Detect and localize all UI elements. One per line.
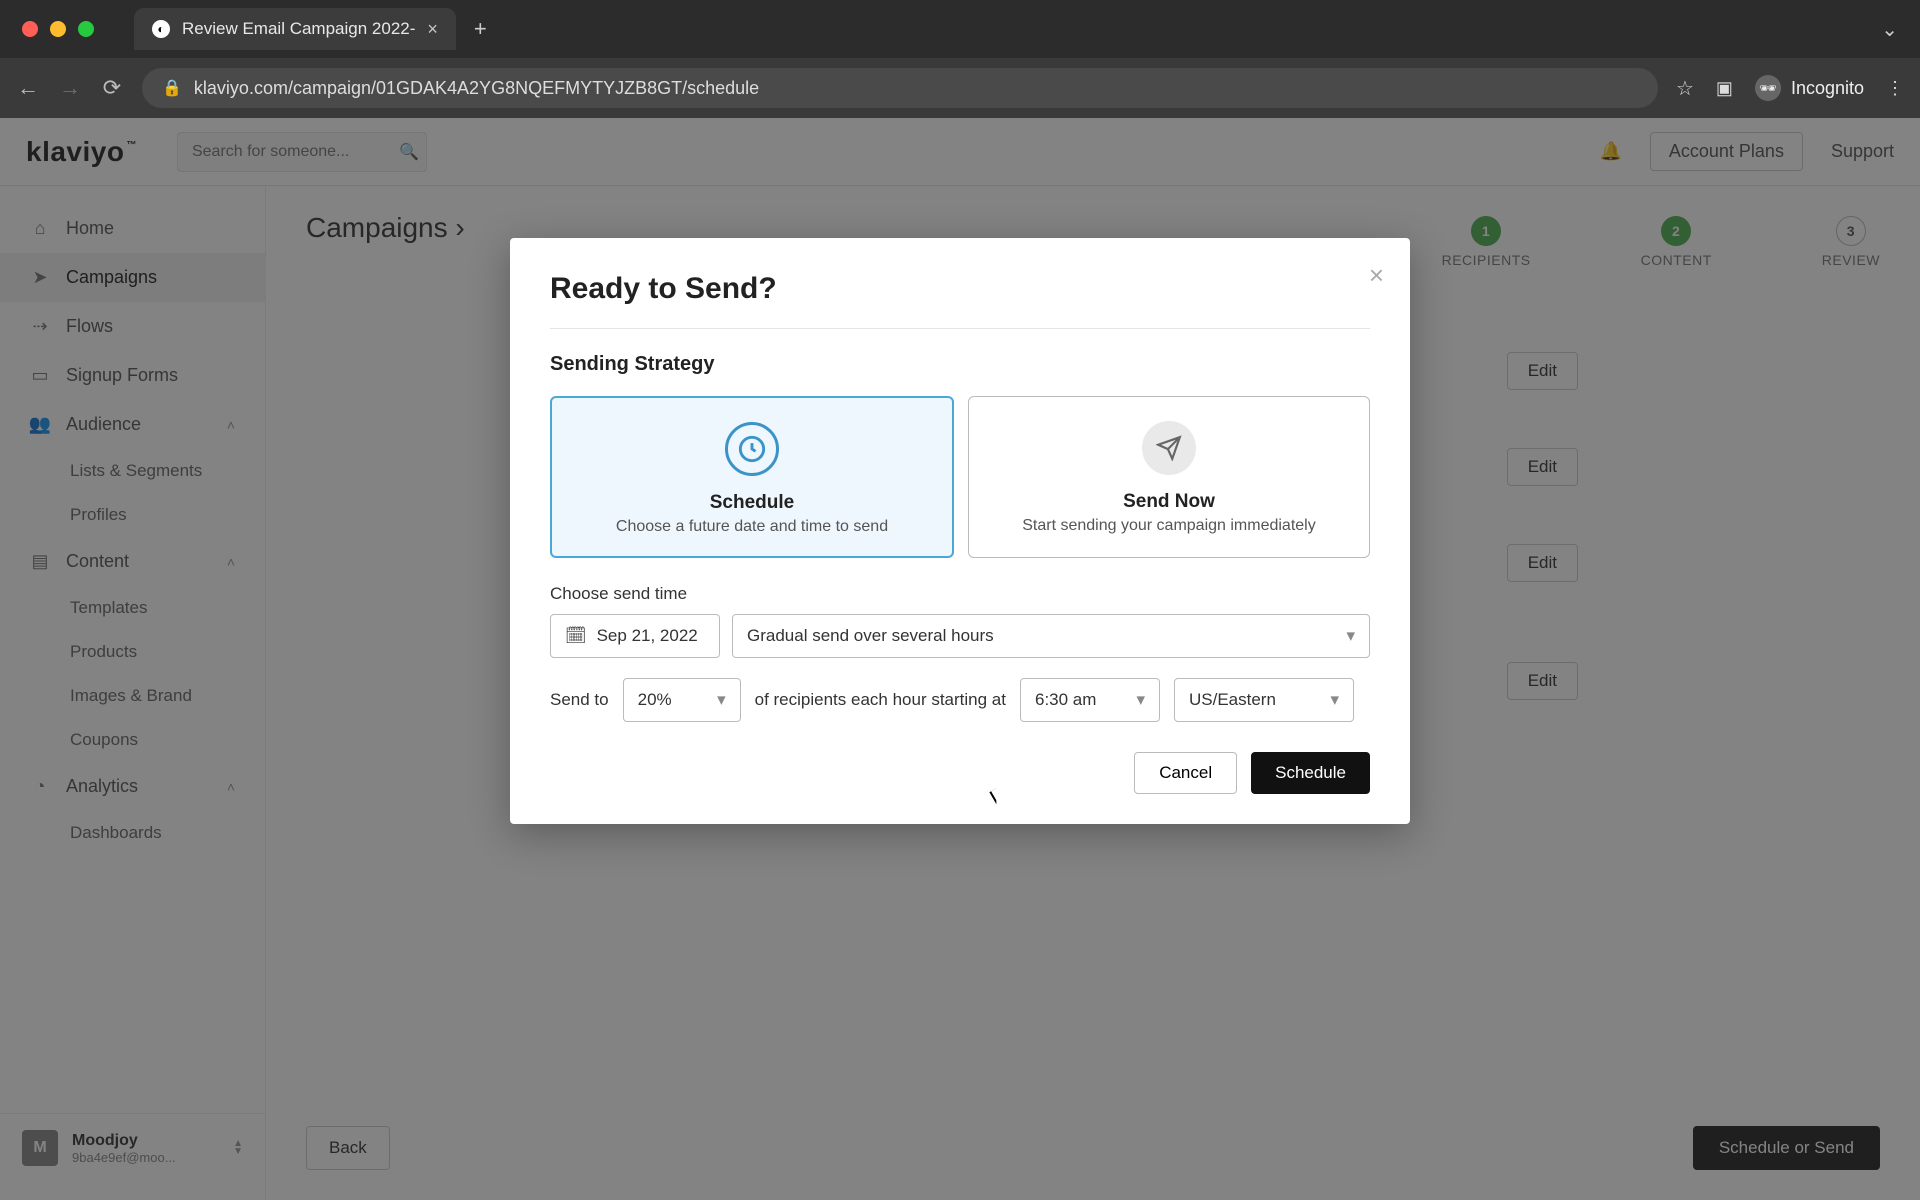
address-bar: ← → ⟳ 🔒 klaviyo.com/campaign/01GDAK4A2YG… — [0, 58, 1920, 118]
reload-button[interactable]: ⟳ — [100, 75, 124, 101]
new-tab-button[interactable]: + — [474, 16, 487, 42]
ready-to-send-modal: × Ready to Send? Sending Strategy Schedu… — [510, 238, 1410, 824]
window-titlebar: ◐ Review Email Campaign 2022- × + ⌄ — [0, 0, 1920, 58]
tab-favicon-icon: ◐ — [152, 20, 170, 38]
incognito-icon: 🕶 — [1755, 75, 1781, 101]
timezone-select[interactable]: US/Eastern — [1174, 678, 1354, 722]
gradual-send-row: Send to 20% of recipients each hour star… — [550, 678, 1370, 722]
modal-overlay[interactable]: × Ready to Send? Sending Strategy Schedu… — [0, 118, 1920, 1200]
send-mode-select[interactable]: Gradual send over several hours — [732, 614, 1370, 658]
modal-title: Ready to Send? — [550, 272, 1370, 306]
browser-menu-icon[interactable]: ⋮ — [1886, 78, 1904, 99]
tabs-overflow-icon[interactable]: ⌄ — [1881, 17, 1898, 42]
timezone-value: US/Eastern — [1189, 690, 1276, 710]
minimize-window-icon[interactable] — [50, 21, 66, 37]
strategy-sendnow-title: Send Now — [987, 491, 1351, 513]
percent-value: 20% — [638, 690, 672, 710]
close-icon[interactable]: × — [1369, 260, 1384, 291]
tab-title: Review Email Campaign 2022- — [182, 19, 415, 39]
panel-icon[interactable]: ▣ — [1716, 78, 1733, 99]
send-date-value: Sep 21, 2022 — [597, 626, 698, 646]
browser-tab[interactable]: ◐ Review Email Campaign 2022- × — [134, 8, 456, 50]
send-mode-value: Gradual send over several hours — [747, 626, 994, 646]
send-time-row: 🗓 Sep 21, 2022 Gradual send over several… — [550, 614, 1370, 658]
strategy-schedule-title: Schedule — [570, 492, 934, 514]
divider — [550, 328, 1370, 329]
strategy-options: Schedule Choose a future date and time t… — [550, 396, 1370, 558]
calendar-icon: 🗓 — [565, 626, 587, 646]
schedule-button[interactable]: Schedule — [1251, 752, 1370, 794]
incognito-label: Incognito — [1791, 78, 1864, 99]
bookmark-icon[interactable]: ☆ — [1676, 76, 1694, 101]
lock-icon: 🔒 — [162, 78, 182, 98]
strategy-sendnow-card[interactable]: Send Now Start sending your campaign imm… — [968, 396, 1370, 558]
choose-send-time-label: Choose send time — [550, 584, 1370, 604]
start-time-value: 6:30 am — [1035, 690, 1096, 710]
url-field[interactable]: 🔒 klaviyo.com/campaign/01GDAK4A2YG8NQEFM… — [142, 68, 1658, 108]
paper-plane-icon — [1142, 421, 1196, 475]
send-to-label: Send to — [550, 690, 609, 710]
tab-close-icon[interactable]: × — [427, 19, 438, 40]
percent-select[interactable]: 20% — [623, 678, 741, 722]
incognito-indicator[interactable]: 🕶 Incognito — [1755, 75, 1864, 101]
percent-suffix-text: of recipients each hour starting at — [755, 690, 1006, 710]
back-button[interactable]: ← — [16, 75, 40, 101]
start-time-select[interactable]: 6:30 am — [1020, 678, 1160, 722]
clock-icon — [725, 422, 779, 476]
strategy-schedule-card[interactable]: Schedule Choose a future date and time t… — [550, 396, 954, 558]
forward-button[interactable]: → — [58, 75, 82, 101]
send-date-picker[interactable]: 🗓 Sep 21, 2022 — [550, 614, 720, 658]
traffic-lights — [22, 21, 94, 37]
close-window-icon[interactable] — [22, 21, 38, 37]
cancel-button[interactable]: Cancel — [1134, 752, 1237, 794]
sending-strategy-label: Sending Strategy — [550, 353, 1370, 376]
strategy-schedule-sub: Choose a future date and time to send — [570, 518, 934, 536]
strategy-sendnow-sub: Start sending your campaign immediately — [987, 517, 1351, 535]
modal-actions: Cancel Schedule — [550, 752, 1370, 794]
url-text: klaviyo.com/campaign/01GDAK4A2YG8NQEFMYT… — [194, 78, 759, 99]
maximize-window-icon[interactable] — [78, 21, 94, 37]
tab-strip: ◐ Review Email Campaign 2022- × + — [134, 8, 487, 50]
